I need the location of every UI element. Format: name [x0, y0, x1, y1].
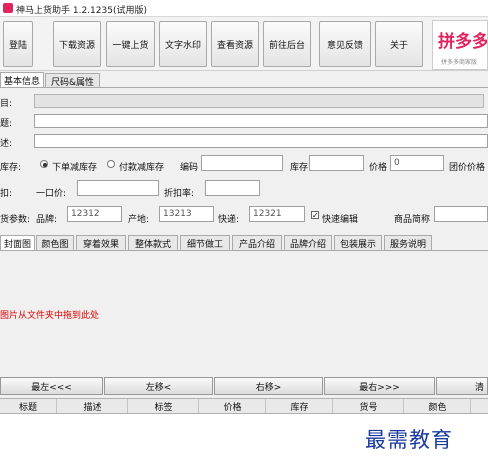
column-header-title[interactable]: 标题	[0, 399, 57, 413]
discount-rate-label: 折扣率:	[164, 189, 195, 199]
tab-package-display[interactable]: 包装展示	[334, 235, 382, 250]
column-header-tag[interactable]: 标签	[129, 399, 199, 413]
view-resources-button[interactable]: 查看资源	[211, 21, 259, 67]
description-input[interactable]	[34, 134, 488, 148]
tab-product-intro[interactable]: 产品介绍	[232, 235, 282, 250]
clear-button[interactable]: 清	[436, 377, 488, 395]
app-icon	[3, 3, 13, 13]
tab-detail-work[interactable]: 细节做工	[180, 235, 230, 250]
table-header: 标题 描述 标签 价格 库存 货号 颜色	[0, 398, 488, 414]
origin-input[interactable]: 13213	[159, 206, 214, 222]
one-click-upload-button[interactable]: 一键上货	[106, 21, 155, 67]
title-label: 题:	[0, 119, 13, 129]
feedback-button[interactable]: 意见反馈	[319, 21, 371, 67]
brand-label: 品牌:	[36, 215, 58, 225]
column-header-description[interactable]: 描述	[58, 399, 128, 413]
move-rightmost-button[interactable]: 最右>>>	[324, 377, 435, 395]
stock-mode-label: 库存:	[0, 163, 22, 173]
toolbar: 登陆 下载资源 一键上货 文字水印 查看资源 前往后台 意见反馈 关于	[0, 17, 488, 71]
move-left-button[interactable]: 左移<	[104, 377, 213, 395]
price-label: 价格	[369, 163, 388, 173]
category-field[interactable]	[34, 94, 484, 108]
express-label: 快递:	[218, 215, 240, 225]
go-to-backend-button[interactable]: 前往后台	[263, 21, 311, 67]
origin-label: 产地:	[128, 215, 150, 225]
stock-qty-input[interactable]	[309, 155, 364, 171]
title-bar: 神马上货助手 1.2.1235(试用版)	[0, 0, 488, 17]
column-header-price[interactable]: 价格	[200, 399, 266, 413]
quick-edit-label: 快速编辑	[322, 215, 359, 225]
price-input[interactable]: 0	[390, 155, 444, 171]
short-name-input[interactable]	[434, 206, 488, 222]
tab-wearing-effect[interactable]: 穿着效果	[76, 235, 126, 250]
basic-info-panel: 目: 题: 述: 库存: 下单减库存 付款减库存 编码 库存 价格 0 团价价格…	[0, 87, 488, 235]
tab-service-info[interactable]: 服务说明	[384, 235, 432, 250]
title-input[interactable]	[34, 114, 488, 128]
order-reduce-stock-label: 下单减库存	[52, 163, 98, 173]
tab-overall-style[interactable]: 整体款式	[128, 235, 178, 250]
group-price-label: 团价价格	[449, 163, 486, 173]
single-price-input[interactable]	[77, 180, 159, 196]
code-input[interactable]	[201, 155, 283, 171]
pay-reduce-stock-label: 付款减库存	[119, 163, 165, 173]
tab-brand-intro[interactable]: 品牌介绍	[284, 235, 332, 250]
single-price-label: 一口价:	[36, 189, 67, 199]
tab-basic-info[interactable]: 基本信息	[0, 72, 44, 87]
goods-params-label: 货参数:	[0, 215, 31, 225]
brand-input[interactable]: 12312	[67, 206, 122, 222]
watermark-text: 最需教育	[365, 428, 453, 452]
brand-banner: 拼多多 拼多多商家版	[432, 20, 488, 70]
quick-edit-checkbox[interactable]: ✓	[311, 211, 319, 220]
image-drop-area[interactable]: 图片从文件夹中拖到此处	[0, 250, 488, 376]
tab-cover-image[interactable]: 封面图	[0, 235, 35, 250]
tab-color-image[interactable]: 颜色图	[36, 235, 74, 250]
drop-hint-text: 图片从文件夹中拖到此处	[0, 311, 100, 321]
column-header-stock[interactable]: 库存	[267, 399, 333, 413]
move-leftmost-button[interactable]: 最左<<<	[0, 377, 103, 395]
category-label: 目:	[0, 99, 13, 109]
tab-size-attributes[interactable]: 尺码&属性	[45, 73, 100, 88]
discount-row-label: 扣:	[0, 189, 13, 199]
download-resources-button[interactable]: 下载资源	[53, 21, 101, 67]
window-title: 神马上货助手 1.2.1235(试用版)	[16, 6, 147, 16]
stock-qty-label: 库存	[290, 163, 309, 173]
text-watermark-button[interactable]: 文字水印	[159, 21, 207, 67]
about-button[interactable]: 关于	[375, 21, 423, 67]
order-reduce-stock-radio[interactable]	[40, 160, 48, 168]
express-input[interactable]: 12321	[249, 206, 305, 222]
column-header-item-no[interactable]: 货号	[334, 399, 404, 413]
login-button[interactable]: 登陆	[3, 21, 33, 67]
column-header-color[interactable]: 颜色	[405, 399, 471, 413]
move-right-button[interactable]: 右移>	[214, 377, 323, 395]
brand-logo: 拼多多	[438, 32, 488, 52]
pay-reduce-stock-radio[interactable]	[107, 160, 115, 168]
brand-subtitle: 拼多多商家版	[441, 59, 478, 66]
code-label: 编码	[180, 163, 199, 173]
short-name-label: 商品简称	[394, 215, 431, 225]
description-label: 述:	[0, 139, 13, 149]
discount-rate-input[interactable]	[205, 180, 260, 196]
